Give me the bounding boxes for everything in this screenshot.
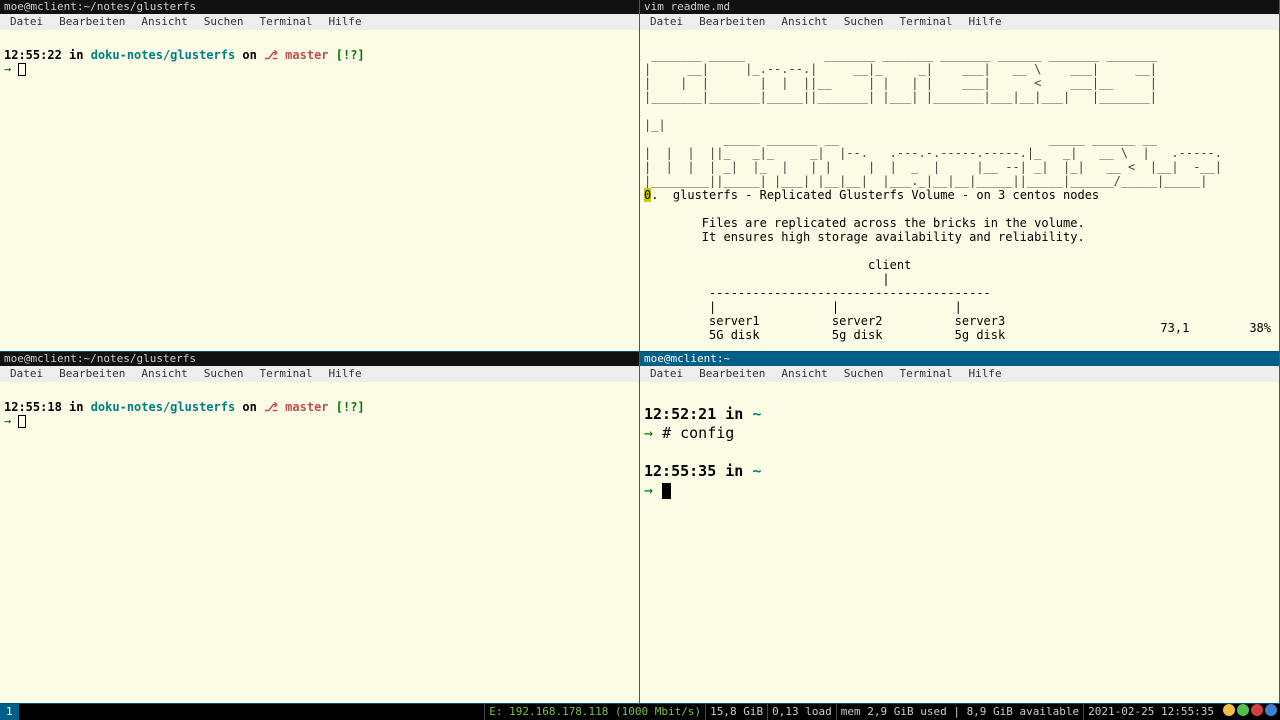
- menu-item-ansicht[interactable]: Ansicht: [773, 14, 835, 30]
- titlebar-br: moe@mclient:~: [640, 352, 1279, 366]
- prompt-arrow: →: [4, 62, 18, 76]
- menu-item-ansicht[interactable]: Ansicht: [133, 14, 195, 30]
- prompt-on: on: [235, 48, 264, 62]
- status-load: 0,13 load: [767, 704, 836, 720]
- vim-cursor-position: 73,1: [1160, 321, 1189, 335]
- prompt-branch: master: [285, 48, 336, 62]
- menu-item-terminal[interactable]: Terminal: [891, 14, 960, 30]
- pane-bottom-right: moe@mclient:~ DateiBearbeitenAnsichtSuch…: [640, 352, 1280, 704]
- prompt-path: ~: [752, 405, 761, 423]
- menu-item-terminal[interactable]: Terminal: [251, 14, 320, 30]
- prompt-status: [!?]: [336, 48, 365, 62]
- branch-glyph: ⎇: [264, 400, 285, 414]
- branch-glyph: ⎇: [264, 48, 285, 62]
- menubar-tr: DateiBearbeitenAnsichtSuchenTerminalHilf…: [640, 14, 1279, 30]
- prompt-in: in: [716, 405, 752, 423]
- command-text: # config: [662, 424, 734, 442]
- prompt-in: in: [62, 400, 91, 414]
- menu-item-suchen[interactable]: Suchen: [196, 366, 252, 382]
- menu-item-suchen[interactable]: Suchen: [836, 366, 892, 382]
- pane-bottom-left: moe@mclient:~/notes/glusterfs DateiBearb…: [0, 352, 640, 704]
- menu-item-suchen[interactable]: Suchen: [196, 14, 252, 30]
- menu-item-terminal[interactable]: Terminal: [891, 366, 960, 382]
- i3-statusbar: 1 E: 192.168.178.118 (1000 Mbit/s) 15,8 …: [0, 704, 1280, 720]
- pane-top-right: vim readme.md DateiBearbeitenAnsichtSuch…: [640, 0, 1280, 352]
- prompt-time: 12:55:18: [4, 400, 62, 414]
- menu-item-suchen[interactable]: Suchen: [836, 14, 892, 30]
- prompt-path: ~: [752, 462, 761, 480]
- status-right-group: E: 192.168.178.118 (1000 Mbit/s) 15,8 Gi…: [484, 704, 1278, 720]
- ascii-banner: _______ _____ _______ _______ _______ __…: [644, 48, 1222, 188]
- menu-item-ansicht[interactable]: Ansicht: [133, 366, 195, 382]
- prompt-time: 12:55:22: [4, 48, 62, 62]
- prompt-status: [!?]: [336, 400, 365, 414]
- titlebar-bl: moe@mclient:~/notes/glusterfs: [0, 352, 639, 366]
- titlebar-tl: moe@mclient:~/notes/glusterfs: [0, 0, 639, 14]
- cursor-block: [662, 483, 671, 499]
- status-network: E: 192.168.178.118 (1000 Mbit/s): [484, 704, 705, 720]
- menu-item-hilfe[interactable]: Hilfe: [320, 14, 369, 30]
- menu-item-hilfe[interactable]: Hilfe: [320, 366, 369, 382]
- prompt-path: doku-notes/glusterfs: [91, 48, 236, 62]
- tray-icon-2[interactable]: [1251, 704, 1263, 716]
- menu-item-bearbeiten[interactable]: Bearbeiten: [691, 366, 773, 382]
- menu-item-hilfe[interactable]: Hilfe: [960, 366, 1009, 382]
- status-memory: mem 2,9 GiB used | 8,9 GiB available: [836, 704, 1083, 720]
- menu-item-datei[interactable]: Datei: [642, 366, 691, 382]
- prompt-on: on: [235, 400, 264, 414]
- menubar-br: DateiBearbeitenAnsichtSuchenTerminalHilf…: [640, 366, 1279, 382]
- vim-scroll-percent: 38%: [1249, 321, 1271, 335]
- menu-item-bearbeiten[interactable]: Bearbeiten: [51, 14, 133, 30]
- status-datetime: 2021-02-25 12:55:35: [1083, 704, 1218, 720]
- menubar-bl: DateiBearbeitenAnsichtSuchenTerminalHilf…: [0, 366, 639, 382]
- vim-body-text: Files are replicated across the bricks i…: [644, 216, 1085, 342]
- menu-item-datei[interactable]: Datei: [642, 14, 691, 30]
- vim-editor[interactable]: _______ _____ _______ _______ _______ __…: [640, 30, 1279, 351]
- prompt-arrow: →: [4, 414, 18, 428]
- menu-item-datei[interactable]: Datei: [2, 366, 51, 382]
- terminal-bl[interactable]: 12:55:18 in doku-notes/glusterfs on ⎇ ma…: [0, 382, 639, 703]
- prompt-time: 12:52:21: [644, 405, 716, 423]
- status-disk: 15,8 GiB: [705, 704, 767, 720]
- tray-icon-0[interactable]: [1223, 704, 1235, 716]
- pane-top-left: moe@mclient:~/notes/glusterfs DateiBearb…: [0, 0, 640, 352]
- cursor-outline: [18, 415, 26, 428]
- menu-item-bearbeiten[interactable]: Bearbeiten: [691, 14, 773, 30]
- terminal-tl[interactable]: 12:55:22 in doku-notes/glusterfs on ⎇ ma…: [0, 30, 639, 351]
- menu-item-terminal[interactable]: Terminal: [251, 366, 320, 382]
- prompt-in: in: [716, 462, 752, 480]
- prompt-arrow: →: [644, 481, 662, 499]
- vim-statusline: 73,1 38%: [1103, 307, 1271, 349]
- prompt-path: doku-notes/glusterfs: [91, 400, 236, 414]
- vim-heading-line: . glusterfs - Replicated Glusterfs Volum…: [651, 188, 1099, 202]
- prompt-in: in: [62, 48, 91, 62]
- menu-item-datei[interactable]: Datei: [2, 14, 51, 30]
- menu-item-ansicht[interactable]: Ansicht: [773, 366, 835, 382]
- system-tray: [1218, 704, 1278, 720]
- workspace-indicator[interactable]: 1: [0, 704, 19, 720]
- menu-item-bearbeiten[interactable]: Bearbeiten: [51, 366, 133, 382]
- titlebar-tr: vim readme.md: [640, 0, 1279, 14]
- menu-item-hilfe[interactable]: Hilfe: [960, 14, 1009, 30]
- prompt-arrow: →: [644, 424, 662, 442]
- tray-icon-3[interactable]: [1265, 704, 1277, 716]
- terminal-br[interactable]: 12:52:21 in ~ → # config 12:55:35 in ~ →: [640, 382, 1279, 703]
- menubar-tl: DateiBearbeitenAnsichtSuchenTerminalHilf…: [0, 14, 639, 30]
- cursor-outline: [18, 63, 26, 76]
- prompt-time: 12:55:35: [644, 462, 716, 480]
- prompt-branch: master: [285, 400, 336, 414]
- tray-icon-1[interactable]: [1237, 704, 1249, 716]
